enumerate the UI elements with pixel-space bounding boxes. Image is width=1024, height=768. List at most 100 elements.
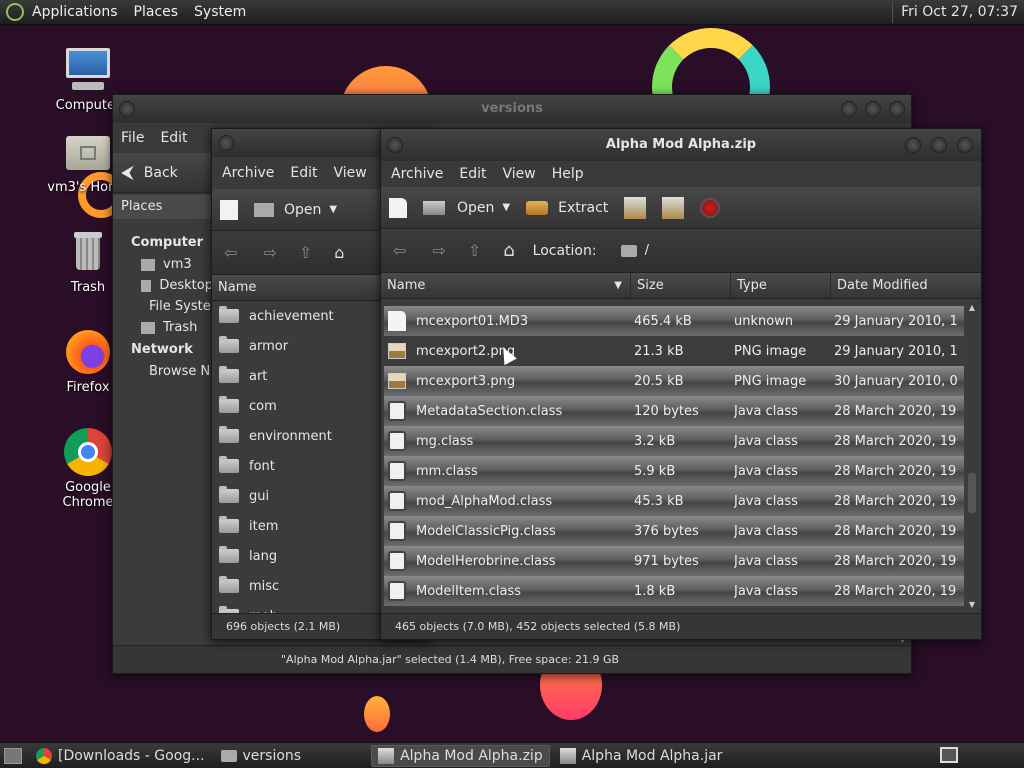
scroll-down-arrow-icon[interactable]: ▼ <box>967 600 977 609</box>
edit-menu[interactable]: Edit <box>282 165 325 181</box>
type-column-header[interactable]: Type <box>731 273 831 298</box>
back-button[interactable]: ⮜ Back <box>113 153 186 192</box>
file-name: mcexport2.png <box>416 343 516 359</box>
archive-menu[interactable]: Archive <box>214 165 282 181</box>
archive-menu[interactable]: Archive <box>383 166 451 182</box>
scroll-up-arrow-icon[interactable]: ▲ <box>967 303 977 312</box>
file-row[interactable]: mm.class 5.9 kB Java class 28 March 2020, 1… <box>384 456 964 486</box>
home-icon[interactable]: ⌂ <box>503 240 514 261</box>
taskbar-item-zip[interactable]: Alpha Mod Alpha.zip <box>371 744 550 767</box>
folder-icon <box>220 749 237 762</box>
close-button[interactable] <box>889 101 905 117</box>
forward-icon[interactable]: ⇨ <box>432 241 445 260</box>
minimize-button[interactable] <box>841 101 857 117</box>
workspace-switcher-icon[interactable] <box>940 747 958 763</box>
versions-titlebar[interactable]: versions <box>113 95 911 123</box>
places-selector[interactable]: Places <box>113 195 211 219</box>
add-folder-button[interactable] <box>654 187 692 228</box>
file-size: 45.3 kB <box>634 493 684 509</box>
view-menu[interactable]: View <box>495 166 544 182</box>
home-icon[interactable]: ⌂ <box>334 243 344 262</box>
file-row[interactable]: ModelHerobrine.class 971 bytes Java class 2… <box>384 546 964 576</box>
folder-row[interactable]: art <box>215 361 380 391</box>
up-icon[interactable]: ⇧ <box>468 241 481 260</box>
back-icon[interactable]: ⇦ <box>224 243 237 262</box>
minimize-button[interactable] <box>905 137 921 153</box>
sidebar-item-vm3[interactable]: vm3 <box>113 254 213 275</box>
system-menu[interactable]: System <box>186 4 254 20</box>
file-type: Java class <box>734 433 798 449</box>
file-row[interactable]: MetadataSection.class 120 bytes Java class… <box>384 396 964 426</box>
trash-icon <box>141 321 155 334</box>
folder-name: armor <box>249 338 289 354</box>
sidebar-item-desktop[interactable]: Desktop <box>113 275 213 296</box>
name-column-header[interactable]: Name ▼ <box>381 273 631 298</box>
clock[interactable]: Fri Oct 27, 07:37 <box>892 2 1024 23</box>
folder-row[interactable]: environment <box>215 421 380 451</box>
stop-button[interactable] <box>692 187 728 228</box>
folder-row[interactable]: item <box>215 511 380 541</box>
taskbar-item-chrome[interactable]: [Downloads - Goog... <box>30 745 211 767</box>
maximize-button[interactable] <box>865 101 881 117</box>
folder-row[interactable]: gui <box>215 481 380 511</box>
window-menu-button[interactable] <box>119 101 135 117</box>
extract-button[interactable]: Extract <box>518 187 616 228</box>
new-archive-button[interactable] <box>381 187 415 228</box>
file-row[interactable]: mcexport3.png 20.5 kB PNG image 30 January … <box>384 366 964 396</box>
file-row[interactable]: mg.class 3.2 kB Java class 28 March 2020, 1… <box>384 426 964 456</box>
folder-row[interactable]: misc <box>215 571 380 601</box>
window-menu-button[interactable] <box>218 135 234 151</box>
window-menu-button[interactable] <box>387 137 403 153</box>
location-path[interactable]: / <box>645 243 649 258</box>
up-icon[interactable]: ⇧ <box>299 243 312 262</box>
open-dropdown-icon[interactable]: ▼ <box>502 202 510 213</box>
sidebar-item-file-system[interactable]: File System <box>113 296 223 317</box>
file-type: Java class <box>734 463 798 479</box>
folder-icon <box>219 336 239 353</box>
folder-row[interactable]: com <box>215 391 380 421</box>
folder-row[interactable]: lang <box>215 541 380 571</box>
file-row[interactable]: mcexport2.png 21.3 kB PNG image 29 January … <box>384 336 964 366</box>
edit-menu[interactable]: Edit <box>451 166 494 182</box>
file-menu[interactable]: File <box>113 130 152 146</box>
folder-row[interactable]: achievement <box>215 301 380 331</box>
edit-menu[interactable]: Edit <box>152 130 195 146</box>
applications-menu[interactable]: Applications <box>24 4 126 20</box>
add-files-button[interactable] <box>616 187 654 228</box>
scrollbar-thumb[interactable] <box>968 473 976 513</box>
show-desktop-icon[interactable] <box>4 747 22 764</box>
file-type: PNG image <box>734 373 807 389</box>
taskbar-label: versions <box>242 747 302 764</box>
taskbar-item-versions[interactable]: versions <box>215 745 308 767</box>
file-row[interactable]: ModelItem.class 1.8 kB Java class 28 March … <box>384 576 964 606</box>
sidebar-item-trash[interactable]: Trash <box>113 317 213 338</box>
zip-titlebar[interactable]: Alpha Mod Alpha.zip <box>381 129 981 161</box>
taskbar-item-jar[interactable]: Alpha Mod Alpha.jar <box>554 745 729 767</box>
vertical-scrollbar[interactable]: ▲ ▼ <box>967 303 977 609</box>
new-archive-button[interactable] <box>212 189 246 230</box>
extract-label: Extract <box>558 199 609 216</box>
maximize-button[interactable] <box>931 137 947 153</box>
folder-row[interactable]: font <box>215 451 380 481</box>
open-button[interactable]: Open <box>246 189 329 230</box>
file-row[interactable]: mod_AlphaMod.class 45.3 kB Java class 28 Ma… <box>384 486 964 516</box>
open-dropdown-icon[interactable]: ▼ <box>329 204 337 215</box>
trash-icon <box>64 228 112 276</box>
document-icon <box>388 311 406 331</box>
size-column-header[interactable]: Size <box>631 273 731 298</box>
forward-icon[interactable]: ⇨ <box>263 243 276 262</box>
open-button[interactable]: Open <box>415 187 502 228</box>
view-menu[interactable]: View <box>326 165 375 181</box>
back-icon[interactable]: ⇦ <box>393 241 406 260</box>
zip-statusbar: 465 objects (7.0 MB), 452 objects select… <box>381 613 981 639</box>
date-column-header[interactable]: Date Modified <box>831 273 967 298</box>
distro-logo-icon[interactable] <box>6 3 24 21</box>
file-row[interactable]: ModelClassicPig.class 376 bytes Java class… <box>384 516 964 546</box>
places-menu[interactable]: Places <box>126 4 187 20</box>
close-button[interactable] <box>957 137 973 153</box>
file-row[interactable]: mcexport01.MD3 465.4 kB unknown 29 January … <box>384 306 964 336</box>
add-folder-icon <box>662 196 685 219</box>
sidebar-item-browse-network[interactable]: Browse Network <box>113 361 255 382</box>
folder-row[interactable]: armor <box>215 331 380 361</box>
help-menu[interactable]: Help <box>544 166 592 182</box>
